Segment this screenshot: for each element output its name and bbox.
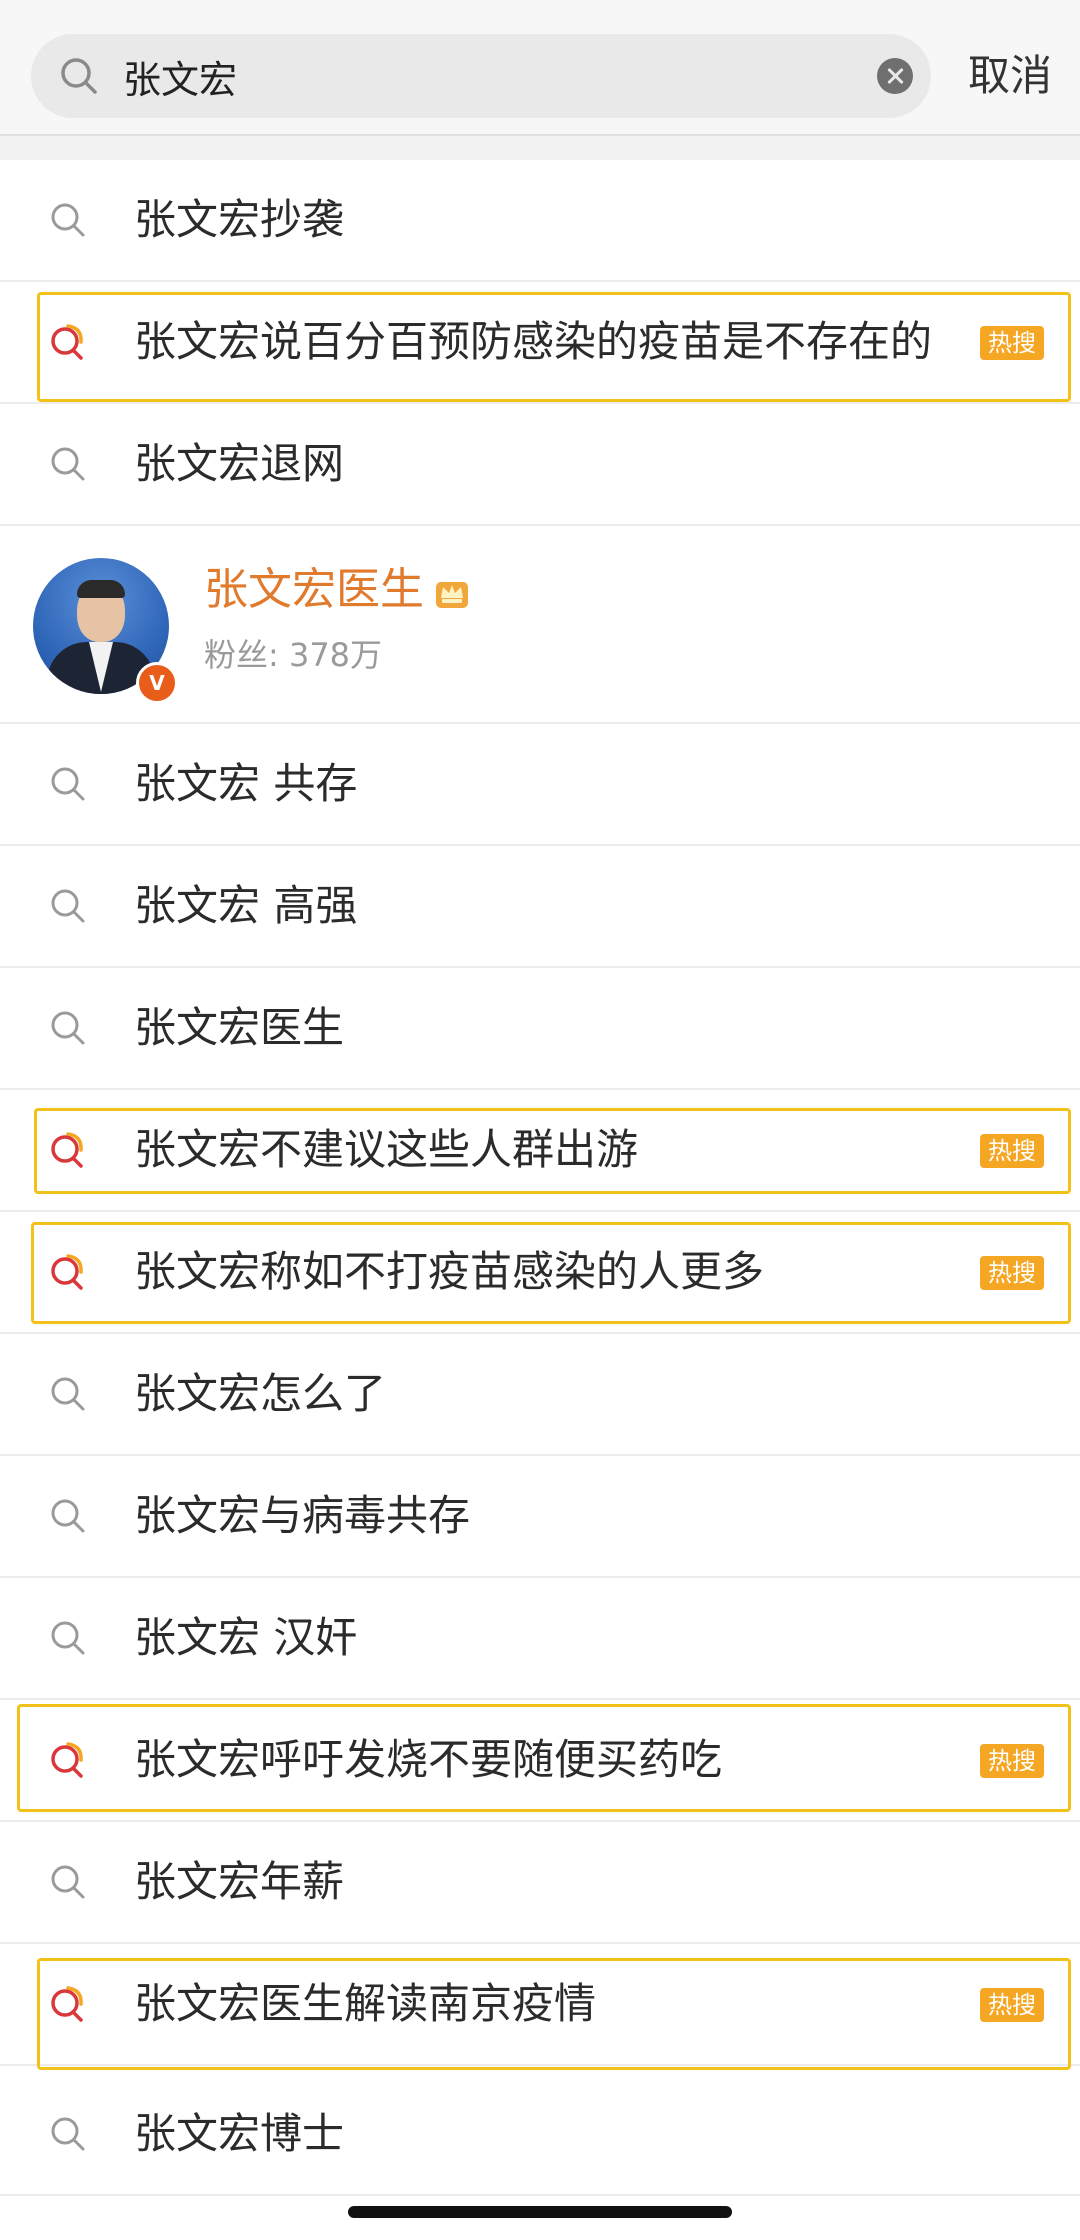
search-icon <box>51 1011 85 1045</box>
suggestion-row[interactable]: 张文宏 汉奸 <box>0 1578 1080 1700</box>
search-icon <box>51 447 85 481</box>
suggestion-row[interactable]: 张文宏退网 <box>0 404 1080 526</box>
header-divider <box>0 136 1080 160</box>
search-icon <box>51 203 85 237</box>
search-icon <box>51 1865 85 1899</box>
suggestion-text: 张文宏博士 <box>134 2109 345 2158</box>
search-icon <box>61 58 97 94</box>
suggestion-text: 张文宏医生 <box>134 1003 345 1052</box>
search-input[interactable] <box>123 34 883 118</box>
suggestion-row[interactable]: 张文宏年薪 <box>0 1822 1080 1944</box>
clear-icon[interactable] <box>877 58 913 94</box>
suggestion-row[interactable]: 张文宏怎么了 <box>0 1334 1080 1456</box>
suggestion-text: 张文宏 汉奸 <box>134 1613 358 1662</box>
suggestion-row[interactable]: 张文宏博士 <box>0 2074 1080 2196</box>
profile-name: 张文宏医生 <box>204 564 424 615</box>
highlight-box <box>17 1704 1071 1812</box>
search-icon <box>51 2117 85 2151</box>
highlight-box <box>31 1222 1071 1324</box>
highlight-box <box>34 1108 1071 1194</box>
search-header: 取消 <box>0 0 1080 136</box>
search-icon <box>51 889 85 923</box>
suggestion-text: 张文宏怎么了 <box>134 1369 387 1418</box>
search-box[interactable] <box>31 34 931 118</box>
suggestion-text: 张文宏年薪 <box>134 1857 345 1906</box>
verified-badge-icon: V <box>136 662 178 704</box>
suggestion-text: 张文宏抄袭 <box>134 195 345 244</box>
search-icon <box>51 1621 85 1655</box>
crown-icon <box>436 582 468 608</box>
search-icon <box>51 1499 85 1533</box>
suggestion-row[interactable]: 张文宏医生 <box>0 968 1080 1090</box>
highlight-box <box>37 292 1071 402</box>
profile-fans: 粉丝: 378万 <box>204 636 383 674</box>
suggestion-row[interactable]: 张文宏 高强 <box>0 846 1080 968</box>
highlight-box <box>37 1958 1071 2070</box>
search-icon <box>51 1377 85 1411</box>
search-icon <box>51 767 85 801</box>
suggestion-text: 张文宏退网 <box>134 439 345 488</box>
suggestion-text: 张文宏 共存 <box>134 759 358 808</box>
cancel-button[interactable]: 取消 <box>968 46 1052 106</box>
suggestion-text: 张文宏与病毒共存 <box>134 1491 471 1540</box>
home-indicator[interactable] <box>348 2206 732 2218</box>
suggestion-text: 张文宏 高强 <box>134 881 358 930</box>
suggestion-row[interactable]: 张文宏与病毒共存 <box>0 1456 1080 1578</box>
user-profile-row[interactable]: V 张文宏医生 粉丝: 378万 <box>0 528 1080 724</box>
suggestion-row[interactable]: 张文宏抄袭 <box>0 160 1080 282</box>
suggestion-row[interactable]: 张文宏 共存 <box>0 724 1080 846</box>
